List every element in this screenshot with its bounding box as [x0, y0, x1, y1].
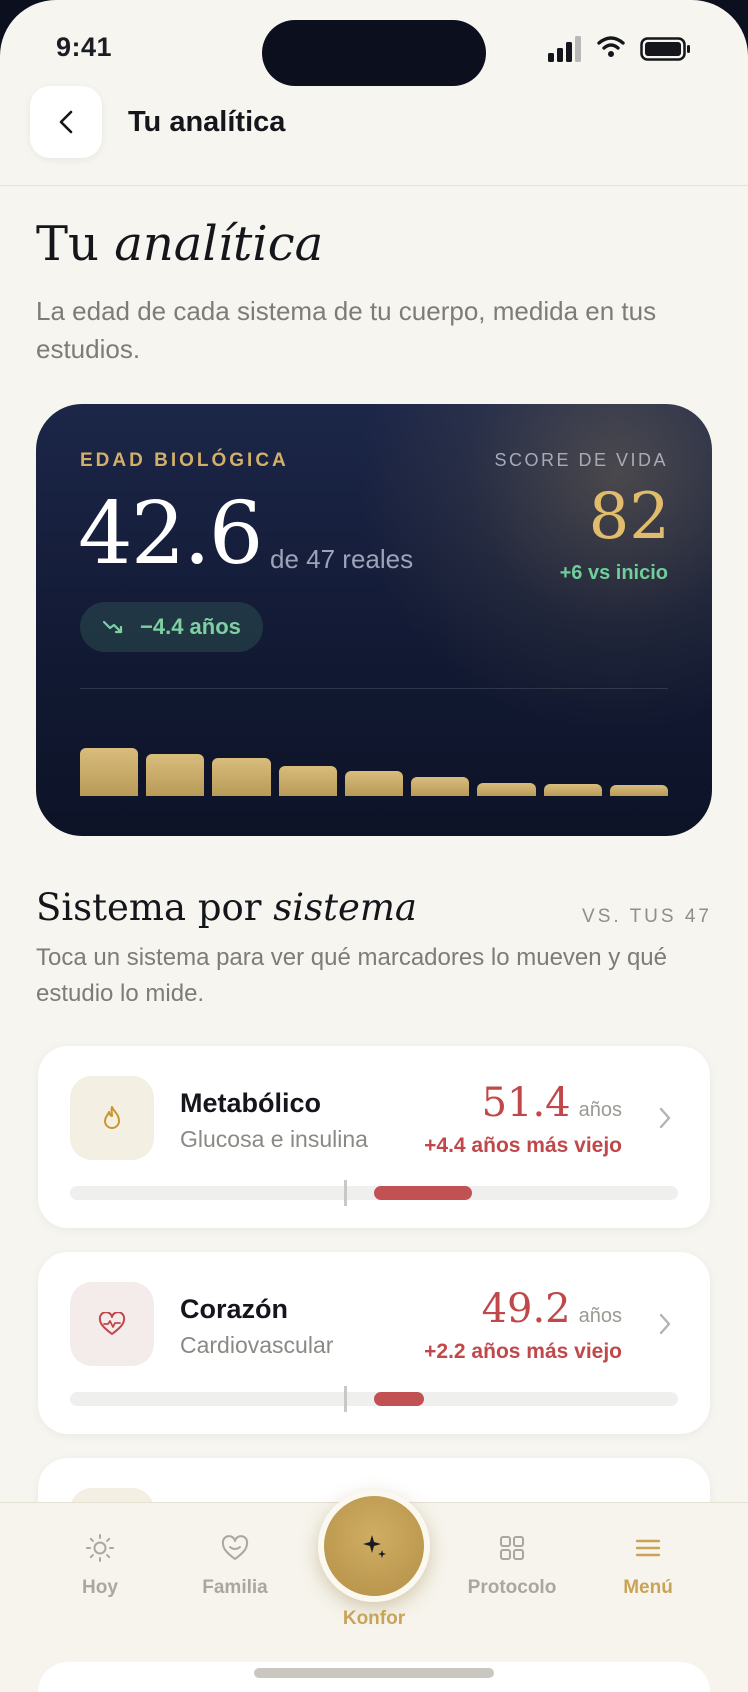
chevron-right-icon [659, 1313, 671, 1335]
section-title: Sistema por sistema [36, 886, 417, 929]
life-score-value: 82 [588, 480, 670, 554]
system-card-corazon[interactable]: Corazón Cardiovascular 49.2 años +2.2 añ… [38, 1252, 710, 1434]
konfor-button[interactable] [318, 1490, 430, 1602]
nav-item-hoy[interactable]: Hoy [40, 1533, 160, 1599]
home-indicator[interactable] [254, 1668, 494, 1678]
life-score-delta: +6 vs inicio [559, 562, 668, 584]
age-deviation-fill [374, 1392, 424, 1406]
divider [80, 688, 668, 689]
system-name: Metabólico [180, 1088, 322, 1118]
heart-pulse-icon [70, 1282, 154, 1366]
life-score-label: SCORE DE VIDA [494, 450, 668, 470]
system-age-unit: años [578, 1099, 622, 1121]
bio-age-value: 42.6 [78, 484, 263, 584]
trend-bar [344, 771, 404, 796]
battery-icon [640, 37, 690, 61]
trend-bar [80, 748, 139, 796]
system-card-metabolico[interactable]: Metabólico Glucosa e insulina 51.4 años … [38, 1046, 710, 1228]
konfor-label: Konfor [342, 1608, 406, 1629]
system-age: 49.2 años [482, 1286, 622, 1332]
system-name: Corazón [180, 1294, 288, 1324]
status-time: 9:41 [56, 32, 113, 62]
age-deviation-fill [374, 1186, 472, 1200]
system-age-unit: años [578, 1305, 622, 1327]
trend-bar-chart [80, 716, 668, 796]
system-age-value: 49.2 [481, 1286, 571, 1332]
system-description: Cardiovascular [180, 1332, 334, 1358]
section-subtitle: Toca un sistema para ver qué marcadores … [36, 944, 667, 1007]
sun-icon [86, 1534, 114, 1562]
trend-bar [212, 757, 271, 796]
page-title: Tu analítica [36, 216, 323, 272]
dynamic-island [262, 20, 486, 86]
system-description: Glucosa e insulina [180, 1126, 368, 1152]
wifi-icon [597, 36, 625, 57]
system-age-difference: +2.2 años más viejo [424, 1340, 622, 1363]
nav-label: Protocolo [467, 1577, 557, 1598]
system-age-difference: +4.4 años más viejo [424, 1134, 622, 1157]
nav-label: Hoy [82, 1577, 118, 1598]
trend-bar [411, 776, 470, 796]
trend-down-icon [102, 620, 123, 634]
nav-item-protocolo[interactable]: Protocolo [452, 1533, 572, 1599]
chevron-right-icon [659, 1107, 671, 1129]
header-title: Tu analítica [128, 106, 286, 138]
top-bar: Tu analítica [0, 84, 748, 186]
page-title-plain: Tu [36, 216, 99, 272]
back-button[interactable] [30, 86, 102, 158]
section-title-plain: Sistema por [36, 886, 262, 929]
page-subtitle: La edad de cada sistema de tu cuerpo, me… [36, 296, 657, 364]
bio-age-real: de 47 reales [270, 544, 414, 574]
bio-age-label: EDAD BIOLÓGICA [80, 450, 289, 471]
system-age-value: 51.4 [481, 1080, 571, 1126]
nav-item-menu[interactable]: Menú [588, 1533, 708, 1599]
chronological-age-marker [344, 1386, 347, 1412]
biological-age-card[interactable]: EDAD BIOLÓGICA 42.6 de 47 reales −4.4 añ… [36, 404, 712, 836]
signal-icon [548, 36, 581, 62]
nav-label: Menú [623, 1577, 673, 1598]
trend-bar [146, 753, 205, 796]
nav-item-familia[interactable]: Familia [175, 1533, 295, 1599]
chevron-left-icon [59, 110, 73, 134]
section-comparison-label: VS. TUS 47 [582, 906, 712, 927]
screen: 9:41 Tu analítica Tu analítica La edad d… [0, 0, 748, 1692]
trend-bar [477, 782, 536, 796]
bio-age-delta-badge: −4.4 años [80, 602, 263, 652]
section-title-italic: sistema [273, 886, 417, 929]
sparkle-icon [363, 1535, 386, 1558]
page-title-italic: analítica [114, 216, 324, 272]
trend-bar [543, 784, 602, 796]
menu-icon [635, 1539, 661, 1557]
heart-icon [221, 1535, 249, 1560]
system-age: 51.4 años [482, 1080, 622, 1126]
flame-icon [70, 1076, 154, 1160]
nav-label: Familia [202, 1577, 268, 1598]
trend-bar [609, 785, 668, 796]
bio-age-delta: −4.4 años [140, 614, 241, 639]
chronological-age-marker [344, 1180, 347, 1206]
grid-icon [500, 1536, 524, 1560]
trend-bar [278, 766, 337, 796]
